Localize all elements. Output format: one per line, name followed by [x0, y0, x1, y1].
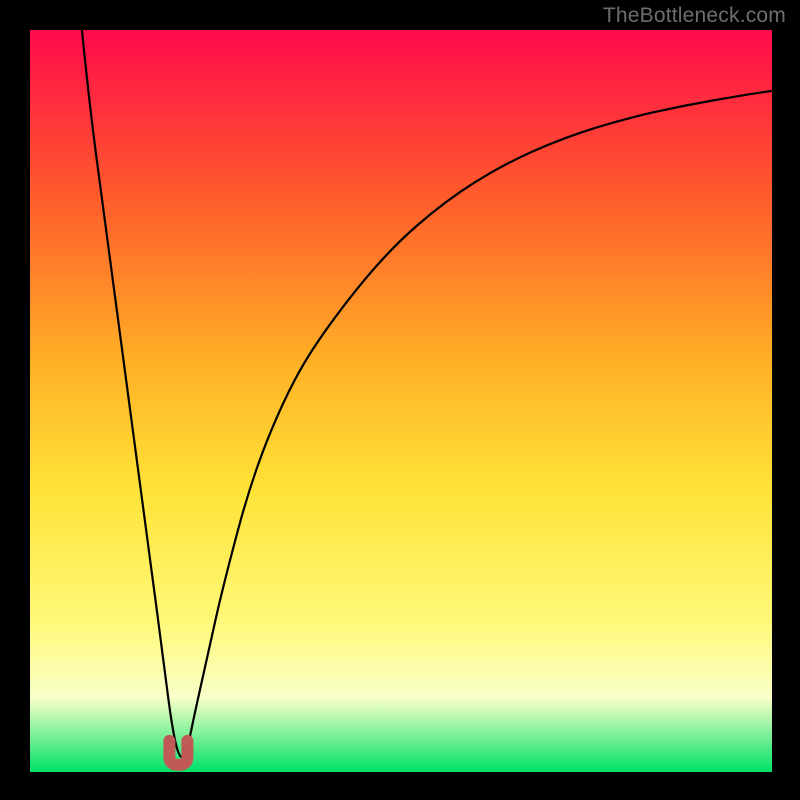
watermark-text: TheBottleneck.com: [603, 4, 786, 28]
plot-background: [30, 30, 772, 772]
bottleneck-chart: [0, 0, 800, 800]
chart-frame: TheBottleneck.com: [0, 0, 800, 800]
